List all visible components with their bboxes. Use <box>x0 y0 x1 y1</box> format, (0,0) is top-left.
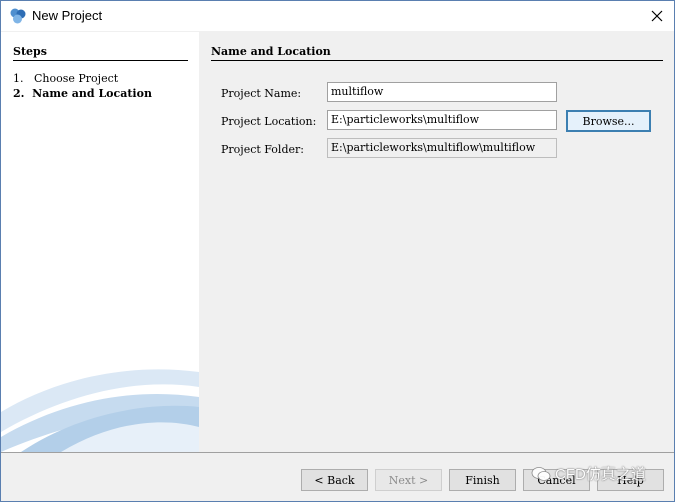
finish-button[interactable]: Finish <box>449 469 516 491</box>
next-button[interactable]: Next > <box>375 469 442 491</box>
step-name-and-location: 2. Name and Location <box>13 87 152 100</box>
project-location-input[interactable]: E:\particleworks\multiflow <box>327 110 557 130</box>
project-location-label: Project Location: <box>221 115 317 128</box>
close-button[interactable] <box>640 1 674 31</box>
back-button[interactable]: < Back <box>301 469 368 491</box>
step-label: Name and Location <box>32 87 152 100</box>
steps-panel: Steps 1. Choose Project 2. Name and Loca… <box>1 32 199 452</box>
title-bar: New Project <box>1 1 674 31</box>
name-location-panel: Name and Location Project Name: multiflo… <box>199 32 674 452</box>
wechat-icon <box>531 466 551 481</box>
watermark: CFD仿真之道 <box>531 463 646 484</box>
section-divider <box>211 60 663 61</box>
project-folder-field: E:\particleworks\multiflow\multiflow <box>327 138 557 158</box>
decorative-swoosh-graphic <box>1 369 199 452</box>
window-title: New Project <box>32 8 103 23</box>
steps-divider <box>13 60 188 61</box>
step-number: 1. <box>13 72 24 85</box>
close-icon <box>651 10 663 22</box>
watermark-text: CFD仿真之道 <box>555 466 646 483</box>
project-name-label: Project Name: <box>221 87 302 100</box>
step-label: Choose Project <box>34 72 119 85</box>
browse-button[interactable]: Browse... <box>566 110 651 132</box>
step-choose-project: 1. Choose Project <box>13 72 118 85</box>
new-project-dialog: New Project Steps 1. Choose Project 2. N… <box>0 0 675 502</box>
app-logo-icon <box>9 7 27 25</box>
project-name-input[interactable]: multiflow <box>327 82 557 102</box>
section-heading: Name and Location <box>211 45 331 58</box>
footer-divider <box>1 452 674 453</box>
project-folder-label: Project Folder: <box>221 143 304 156</box>
steps-heading: Steps <box>13 45 47 58</box>
step-number: 2. <box>13 87 25 100</box>
